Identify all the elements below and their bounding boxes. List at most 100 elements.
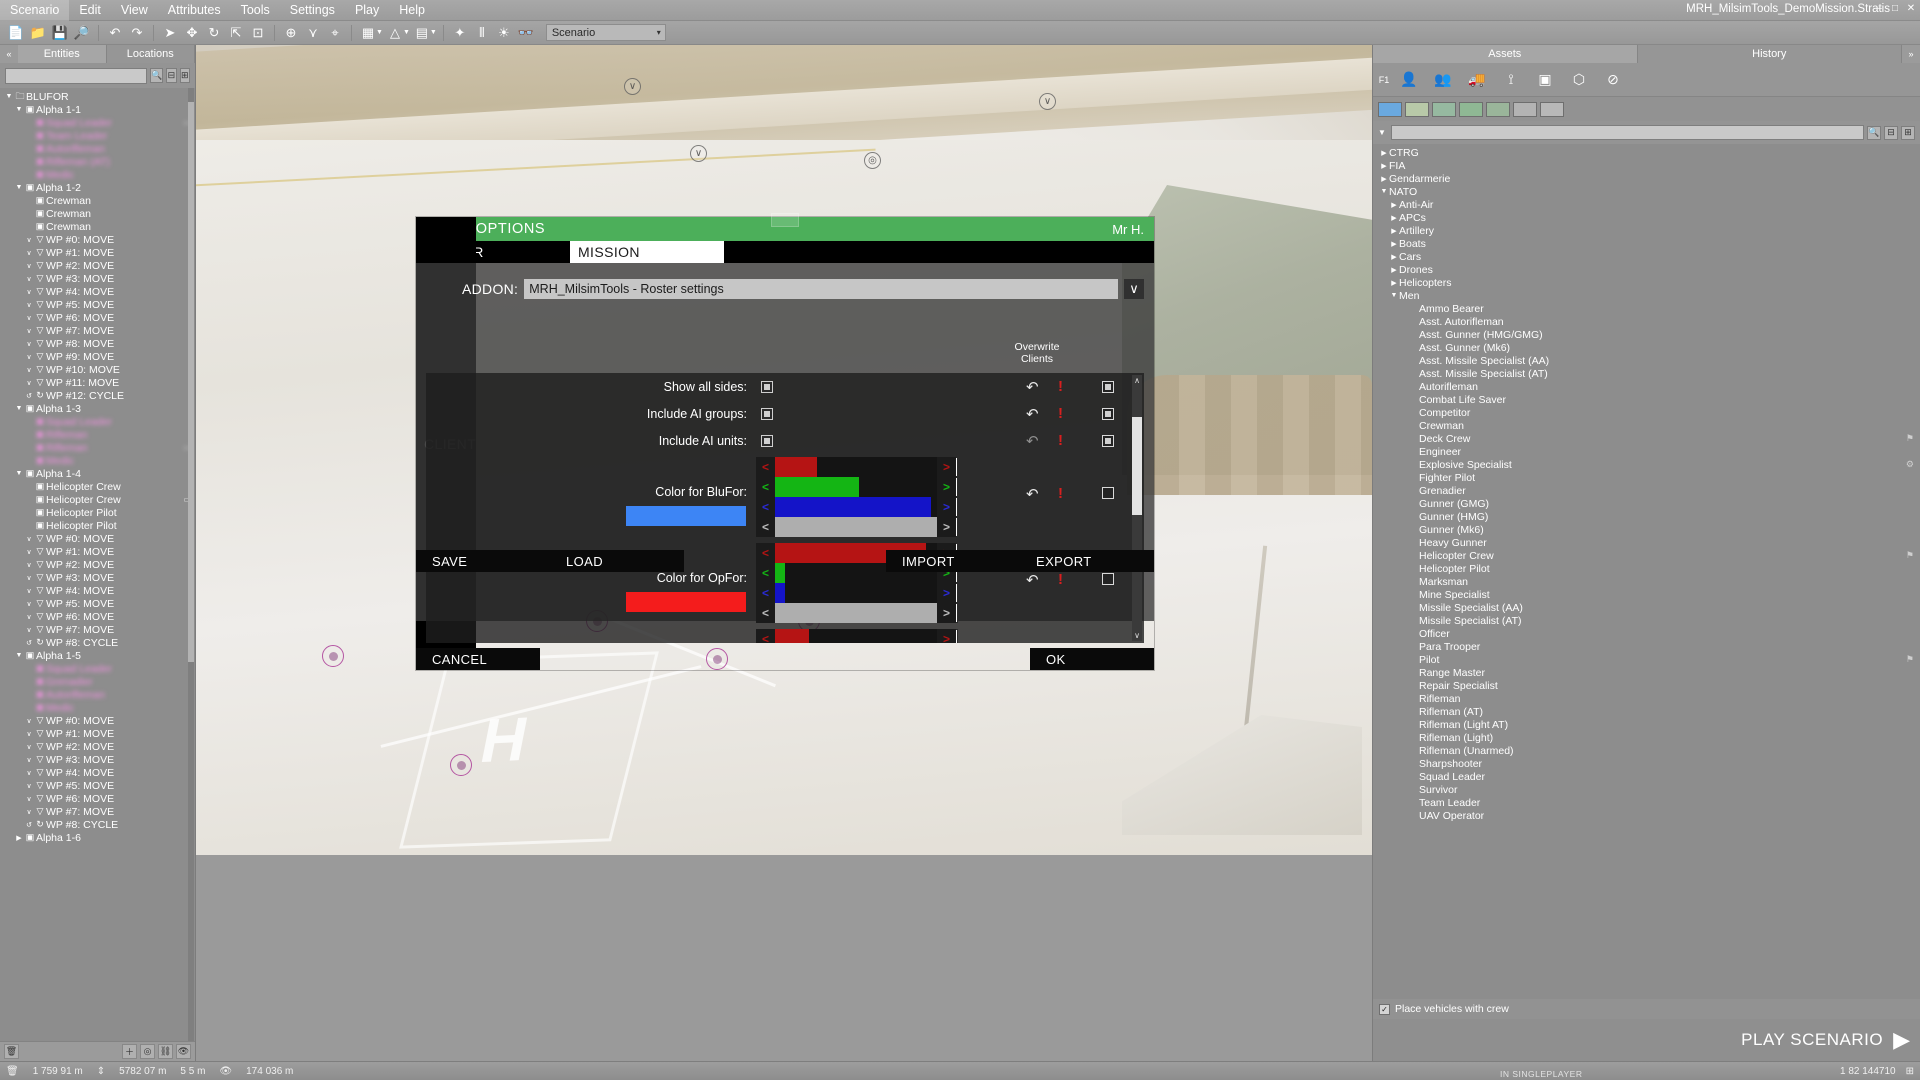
faction-swatch-civilian[interactable] — [1459, 102, 1483, 117]
entity-tree-row[interactable]: ▶▣Alpha 1-6 — [0, 831, 195, 844]
rgba-slider-r[interactable]: <> — [756, 457, 956, 477]
entity-tree-row[interactable]: ∨▽WP #6: MOVE — [0, 311, 195, 324]
scrollbar-thumb[interactable] — [1132, 417, 1142, 515]
dialog-drag-handle[interactable] — [771, 213, 799, 227]
entity-tree-row[interactable]: ∨▽WP #3: MOVE — [0, 571, 195, 584]
load-button[interactable]: LOAD — [550, 550, 684, 572]
tree-twisty-icon[interactable]: ∨ — [24, 340, 34, 348]
faction-tree-row[interactable]: ▶CTRG — [1373, 146, 1920, 159]
slider-decrement-button[interactable]: < — [756, 477, 775, 497]
tree-twisty-icon[interactable]: ∨ — [24, 366, 34, 374]
select-tool-icon[interactable]: ➤ — [160, 23, 180, 43]
asset-list-item[interactable]: Helicopter Crew⚑ — [1373, 549, 1920, 562]
maximize-icon[interactable]: □ — [1888, 2, 1902, 16]
asset-list-item[interactable]: Survivor — [1373, 783, 1920, 796]
entity-tree-row[interactable]: ∨▽WP #4: MOVE — [0, 584, 195, 597]
chevron-down-icon[interactable]: ∨ — [1124, 279, 1144, 299]
game-options-dialog[interactable]: GAME OPTIONS Mr H. SERVER MISSION CLIENT… — [416, 217, 1154, 670]
search-icon[interactable]: 🔍 — [150, 68, 163, 83]
tree-twisty-icon[interactable]: ▼ — [14, 652, 24, 659]
slider-decrement-button[interactable]: < — [756, 583, 775, 603]
category-prop-icon[interactable]: ▣ — [1529, 66, 1561, 94]
entity-tree-row[interactable]: ▣Squad Leader▭ — [0, 116, 195, 129]
lighting-icon[interactable]: ☀ — [494, 23, 514, 43]
entity-tree-row[interactable]: ↺↻WP #8: CYCLE — [0, 818, 195, 831]
slider-track[interactable] — [775, 603, 937, 623]
entity-tree-row[interactable]: ▣Medic — [0, 168, 195, 181]
entity-tree-row[interactable]: ∨▽WP #0: MOVE — [0, 714, 195, 727]
menu-item-edit[interactable]: Edit — [69, 0, 111, 21]
tree-twisty-icon[interactable]: ↺ — [24, 392, 34, 400]
play-scenario-button[interactable]: PLAY SCENARIO ▶ — [1373, 1019, 1920, 1061]
tree-twisty-icon[interactable]: ∨ — [24, 262, 34, 270]
tree-twisty-icon[interactable]: ▶ — [1389, 227, 1399, 235]
entity-tree-row[interactable]: ∨▽WP #5: MOVE — [0, 597, 195, 610]
asset-list-item[interactable]: Rifleman (Unarmed) — [1373, 744, 1920, 757]
tree-twisty-icon[interactable]: ▶ — [1379, 162, 1389, 170]
menu-item-view[interactable]: View — [111, 0, 158, 21]
entity-tree-row[interactable]: ∨▽WP #9: MOVE — [0, 350, 195, 363]
move-tool-icon[interactable]: ✥ — [182, 23, 202, 43]
asset-list-item[interactable]: Combat Life Saver — [1373, 393, 1920, 406]
faction-tree-row[interactable]: ▶Drones — [1373, 263, 1920, 276]
entity-tree-row[interactable]: ▣Grenadier — [0, 675, 195, 688]
tree-twisty-icon[interactable]: ↺ — [24, 821, 34, 829]
entity-tree-row[interactable]: ∨▽WP #7: MOVE — [0, 805, 195, 818]
tree-twisty-icon[interactable]: ∨ — [24, 600, 34, 608]
entity-tree-row[interactable]: ∨▽WP #6: MOVE — [0, 792, 195, 805]
slider-decrement-button[interactable]: < — [756, 457, 775, 477]
layers-icon[interactable]: ⦀ — [472, 23, 492, 43]
asset-list-item[interactable]: Rifleman (Light) — [1373, 731, 1920, 744]
scenario-combo[interactable]: Scenario ▾ — [546, 24, 666, 41]
entity-tree-row[interactable]: ∨▽WP #3: MOVE — [0, 272, 195, 285]
menu-item-tools[interactable]: Tools — [231, 0, 280, 21]
grid-icon[interactable]: ▦ — [358, 23, 378, 43]
connect-icon[interactable]: ⊕ — [281, 23, 301, 43]
entity-tree-row[interactable]: ∨▽WP #1: MOVE — [0, 545, 195, 558]
undo-arrow-icon[interactable]: ↶ — [1026, 432, 1039, 450]
entity-tree-row[interactable]: ▣Helicopter Pilot — [0, 519, 195, 532]
waypoint-icon[interactable]: ∨ — [690, 145, 707, 162]
slider-decrement-button[interactable]: < — [756, 497, 775, 517]
asset-list-item[interactable]: Gunner (HMG) — [1373, 510, 1920, 523]
entity-tree-row[interactable]: ∨▽WP #10: MOVE — [0, 363, 195, 376]
tree-twisty-icon[interactable]: ∨ — [24, 288, 34, 296]
slider-increment-button[interactable]: > — [937, 517, 956, 537]
undo-arrow-icon[interactable]: ↶ — [1026, 378, 1039, 396]
entity-tree-row[interactable]: ∨▽WP #7: MOVE — [0, 623, 195, 636]
asset-list-item[interactable]: Gunner (Mk6) — [1373, 523, 1920, 536]
entity-tree-row[interactable]: ▼▣Alpha 1-3 — [0, 402, 195, 415]
tree-twisty-icon[interactable]: ∨ — [24, 301, 34, 309]
rotate-tool-icon[interactable]: ↻ — [204, 23, 224, 43]
tree-twisty-icon[interactable]: ∨ — [24, 548, 34, 556]
entity-tree-row[interactable]: ▼▣Alpha 1-1 — [0, 103, 195, 116]
asset-list-item[interactable]: Grenadier — [1373, 484, 1920, 497]
new-file-icon[interactable]: 📄 — [6, 23, 26, 43]
ok-button[interactable]: OK — [1030, 648, 1154, 670]
unit-marker[interactable] — [322, 645, 344, 667]
asset-list-item[interactable]: Asst. Missile Specialist (AT) — [1373, 367, 1920, 380]
close-icon[interactable]: ✕ — [1904, 2, 1918, 16]
sync-icon[interactable]: ⋎ — [303, 23, 323, 43]
tree-twisty-icon[interactable]: ∨ — [24, 717, 34, 725]
scroll-up-icon[interactable]: ∧ — [1132, 375, 1142, 386]
entity-tree-row[interactable]: ▣Crewman — [0, 220, 195, 233]
tree-twisty-icon[interactable]: ∨ — [24, 587, 34, 595]
entity-tree-row[interactable]: ▣Crewman — [0, 207, 195, 220]
entity-tree-row[interactable]: ∨▽WP #0: MOVE — [0, 233, 195, 246]
undo-arrow-icon[interactable]: ↶ — [1026, 485, 1039, 503]
entity-tree-row[interactable]: ∨▽WP #2: MOVE — [0, 259, 195, 272]
rgba-slider-a[interactable]: <> — [756, 517, 956, 537]
chevron-down-icon[interactable]: ▼ — [1378, 128, 1388, 137]
save-icon[interactable]: 💾 — [50, 23, 70, 43]
tree-twisty-icon[interactable]: ∨ — [24, 808, 34, 816]
waypoint-icon[interactable]: ∨ — [1039, 93, 1056, 110]
tree-twisty-icon[interactable]: ∨ — [24, 782, 34, 790]
asset-list-item[interactable]: Asst. Gunner (HMG/GMG) — [1373, 328, 1920, 341]
rgba-slider-g[interactable]: <> — [756, 477, 956, 497]
menu-item-scenario[interactable]: Scenario — [0, 0, 69, 21]
entity-tree-row[interactable]: ∨▽WP #0: MOVE — [0, 532, 195, 545]
entity-tree-row[interactable]: ↺↻WP #12: CYCLE — [0, 389, 195, 402]
unit-marker[interactable] — [450, 754, 472, 776]
slider-increment-button[interactable]: > — [937, 629, 956, 643]
